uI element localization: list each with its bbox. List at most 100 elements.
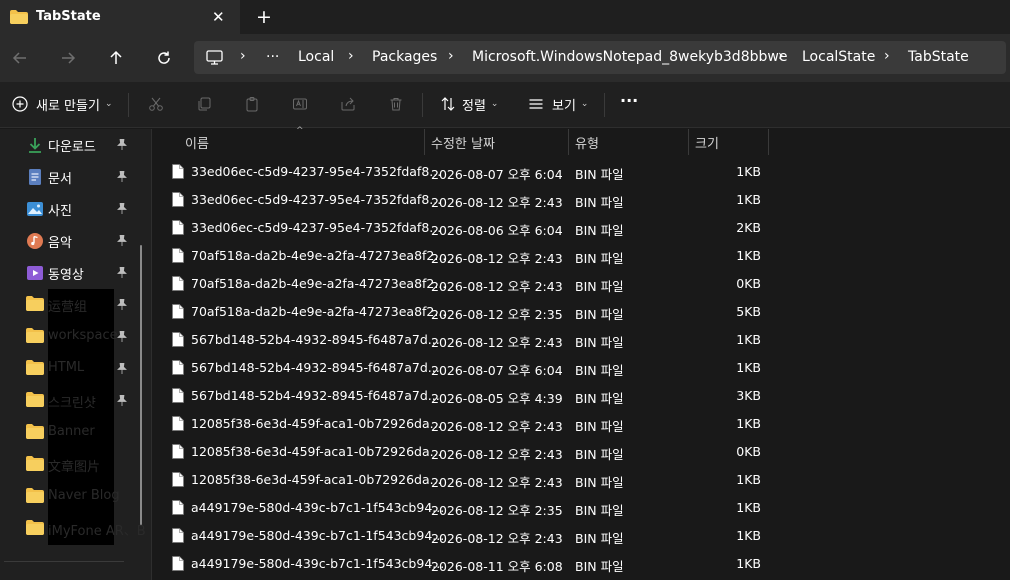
breadcrumb-overflow[interactable]: ···: [266, 49, 279, 65]
close-tab-icon[interactable]: ✕: [212, 8, 225, 26]
column-header-type[interactable]: 유형: [575, 133, 599, 152]
address-bar[interactable]: › ··· Local › Packages › Microsoft.Windo…: [194, 41, 1006, 74]
divider: [4, 561, 124, 562]
table-row[interactable]: 70af518a-da2b-4e9e-a2fa-47273ea8f2... 202…: [152, 242, 1010, 270]
up-button[interactable]: [104, 46, 128, 70]
nav-item[interactable]: HTML: [0, 353, 140, 385]
folder-icon: [26, 520, 44, 538]
view-button[interactable]: 보기 ⌄: [526, 94, 588, 114]
nav-item[interactable]: Naver Blog: [0, 481, 140, 513]
pin-icon[interactable]: [117, 298, 127, 313]
table-row[interactable]: 567bd148-52b4-4932-8945-f6487a7d... 2026-…: [152, 354, 1010, 382]
copy-button[interactable]: [194, 94, 214, 114]
folder-icon: [26, 424, 44, 442]
nav-item[interactable]: 运营组: [0, 289, 140, 321]
file-date: 2026-08-05 오후 4:39: [431, 391, 563, 406]
breadcrumb-packages[interactable]: Packages: [372, 49, 437, 65]
rename-button[interactable]: [290, 94, 310, 114]
computer-icon: [206, 50, 223, 65]
table-row[interactable]: 567bd148-52b4-4932-8945-f6487a7d... 2026-…: [152, 326, 1010, 354]
pin-icon[interactable]: [117, 266, 127, 281]
column-divider[interactable]: [768, 129, 769, 155]
cut-button[interactable]: [146, 94, 166, 114]
table-row[interactable]: 12085f38-6e3d-459f-aca1-0b72926da... 2026…: [152, 466, 1010, 494]
command-bar: 새로 만들기 ⌄ 정렬 ⌄ 보기 ⌄ ···: [0, 82, 1010, 128]
pin-icon[interactable]: [117, 138, 127, 153]
table-row[interactable]: 70af518a-da2b-4e9e-a2fa-47273ea8f2... 202…: [152, 270, 1010, 298]
breadcrumb-chevron-icon[interactable]: ›: [884, 48, 890, 64]
file-list: ^ 이름 수정한 날짜 유형 크기 33ed06ec-c5d9-4237-95e…: [152, 126, 1010, 580]
delete-button[interactable]: [386, 94, 406, 114]
pin-icon[interactable]: [117, 394, 127, 409]
nav-item[interactable]: 문서: [0, 161, 140, 193]
trash-icon: [386, 94, 406, 114]
pin-icon[interactable]: [117, 362, 127, 377]
new-button[interactable]: 새로 만들기 ⌄: [10, 94, 112, 114]
table-row[interactable]: 567bd148-52b4-4932-8945-f6487a7d... 2026-…: [152, 382, 1010, 410]
nav-item[interactable]: Banner: [0, 417, 140, 449]
refresh-button[interactable]: [152, 46, 176, 70]
column-header-name[interactable]: 이름: [185, 133, 209, 152]
folder-icon: [26, 360, 44, 378]
nav-item[interactable]: 음악: [0, 225, 140, 257]
file-name: 70af518a-da2b-4e9e-a2fa-47273ea8f2...: [191, 304, 447, 319]
more-options-button[interactable]: ···: [620, 91, 638, 110]
column-header-size[interactable]: 크기: [695, 133, 719, 152]
table-row[interactable]: 70af518a-da2b-4e9e-a2fa-47273ea8f2... 202…: [152, 298, 1010, 326]
nav-item[interactable]: 文章图片: [0, 449, 140, 481]
file-icon: [172, 528, 184, 543]
column-divider[interactable]: [424, 129, 425, 155]
tab-tabstate[interactable]: TabState ✕: [0, 0, 240, 34]
sort-button-label: 정렬: [462, 98, 486, 114]
pin-icon[interactable]: [117, 330, 127, 345]
table-row[interactable]: a449179e-580d-439c-b7c1-1f543cb94... 2026…: [152, 494, 1010, 522]
pin-icon[interactable]: [117, 202, 127, 217]
file-date: 2026-08-07 오후 6:04: [431, 167, 563, 182]
column-divider[interactable]: [688, 129, 689, 155]
paste-button[interactable]: [242, 94, 262, 114]
rename-icon: [290, 94, 310, 114]
file-name: a449179e-580d-439c-b7c1-1f543cb94...: [191, 556, 445, 571]
pin-icon[interactable]: [117, 170, 127, 185]
file-icon: [172, 332, 184, 347]
breadcrumb-chevron-icon[interactable]: ›: [778, 48, 784, 64]
pin-icon[interactable]: [117, 234, 127, 249]
table-row[interactable]: 12085f38-6e3d-459f-aca1-0b72926da... 2026…: [152, 438, 1010, 466]
table-row[interactable]: 33ed06ec-c5d9-4237-95e4-7352fdaf8... 2026…: [152, 214, 1010, 242]
back-button[interactable]: [8, 46, 32, 70]
nav-item[interactable]: 동영상: [0, 257, 140, 289]
share-button[interactable]: [338, 94, 358, 114]
file-date: 2026-08-12 오후 2:43: [431, 195, 563, 210]
table-row[interactable]: a449179e-580d-439c-b7c1-1f543cb94... 2026…: [152, 522, 1010, 550]
nav-item[interactable]: iMyFone AR、B: [0, 513, 146, 545]
breadcrumb-chevron-icon[interactable]: ›: [448, 48, 454, 64]
nav-scrollbar[interactable]: [140, 245, 142, 525]
forward-button[interactable]: [56, 46, 80, 70]
file-name: 70af518a-da2b-4e9e-a2fa-47273ea8f2...: [191, 276, 447, 291]
file-icon: [172, 556, 184, 571]
file-name: 33ed06ec-c5d9-4237-95e4-7352fdaf8...: [191, 164, 442, 179]
nav-item[interactable]: 스크린샷: [0, 385, 140, 417]
breadcrumb-localstate[interactable]: LocalState: [802, 49, 875, 65]
folder-icon: [26, 392, 44, 410]
column-header-date[interactable]: 수정한 날짜: [431, 133, 495, 152]
file-icon: [172, 276, 184, 291]
nav-item[interactable]: 사진: [0, 193, 140, 225]
file-size: 5KB: [736, 304, 761, 319]
breadcrumb-chevron-icon[interactable]: ›: [348, 48, 354, 64]
table-row[interactable]: a449179e-580d-439c-b7c1-1f543cb94... 2026…: [152, 550, 1010, 578]
breadcrumb-notepad[interactable]: Microsoft.WindowsNotepad_8wekyb3d8bbwe: [472, 49, 787, 65]
table-row[interactable]: 33ed06ec-c5d9-4237-95e4-7352fdaf8... 2026…: [152, 186, 1010, 214]
column-divider[interactable]: [568, 129, 569, 155]
table-row[interactable]: 12085f38-6e3d-459f-aca1-0b72926da... 2026…: [152, 410, 1010, 438]
nav-item[interactable]: 다운로드: [0, 129, 140, 161]
breadcrumb-tabstate[interactable]: TabState: [908, 49, 969, 65]
table-row[interactable]: 33ed06ec-c5d9-4237-95e4-7352fdaf8... 2026…: [152, 158, 1010, 186]
breadcrumb-local[interactable]: Local: [298, 49, 334, 65]
sort-button[interactable]: 정렬 ⌄: [438, 94, 498, 114]
breadcrumb-chevron-icon[interactable]: ›: [240, 48, 246, 64]
copy-icon: [194, 94, 214, 114]
scissors-icon: [146, 94, 166, 114]
new-tab-button[interactable]: +: [256, 6, 272, 28]
nav-item[interactable]: workspace: [0, 321, 140, 353]
